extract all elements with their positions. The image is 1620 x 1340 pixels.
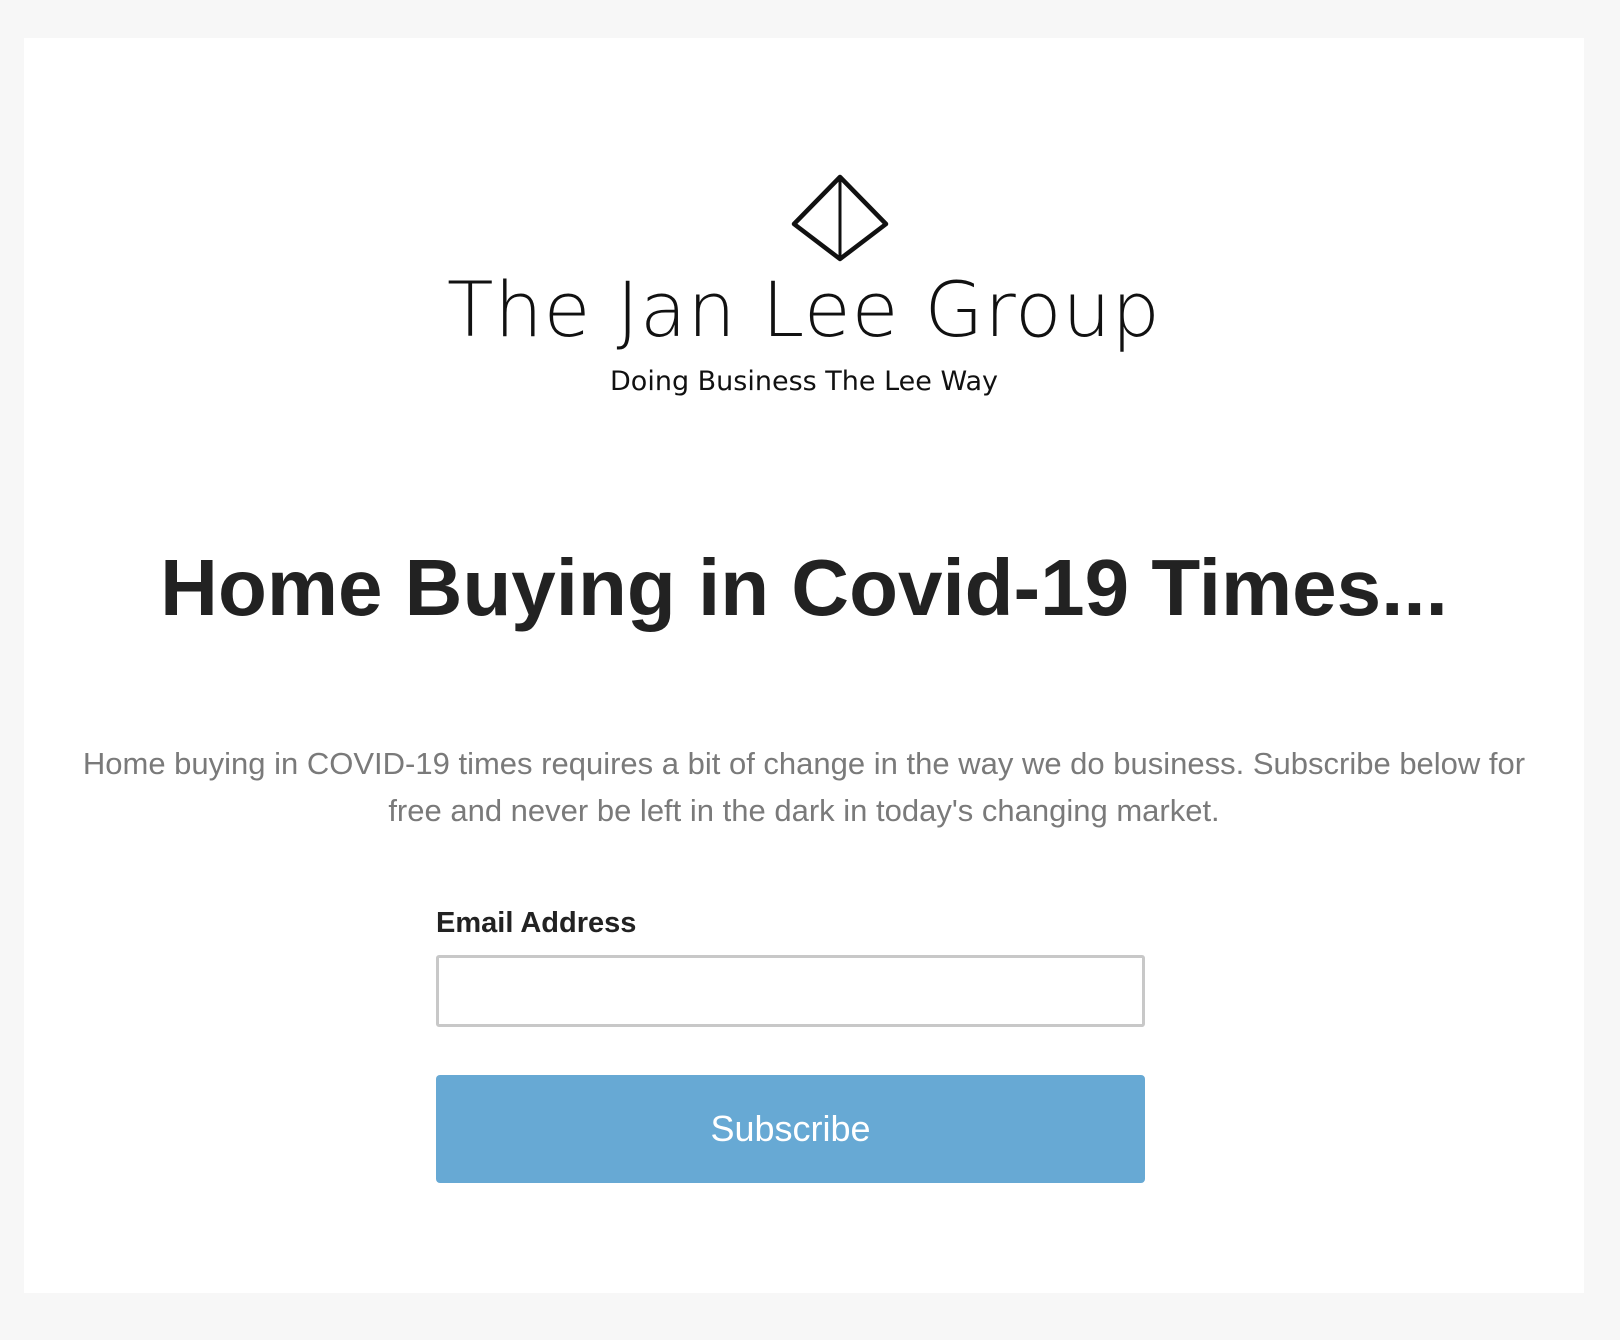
signup-card: The Jan Lee Group Doing Business The Lee… xyxy=(24,38,1584,1293)
email-label: Email Address xyxy=(436,907,637,939)
subscribe-button[interactable]: Subscribe xyxy=(436,1075,1145,1183)
brand-tagline: Doing Business The Lee Way xyxy=(610,366,998,397)
diamond-icon xyxy=(791,174,889,262)
page-headline: Home Buying in Covid-19 Times... xyxy=(160,543,1448,632)
brand-logo: The Jan Lee Group Doing Business The Lee… xyxy=(24,38,1584,468)
subscribe-form: Email Address Subscribe xyxy=(436,903,1146,1183)
intro-text: Home buying in COVID-19 times requires a… xyxy=(82,746,1526,828)
email-field[interactable] xyxy=(436,955,1145,1027)
brand-name: The Jan Lee Group xyxy=(447,265,1161,354)
